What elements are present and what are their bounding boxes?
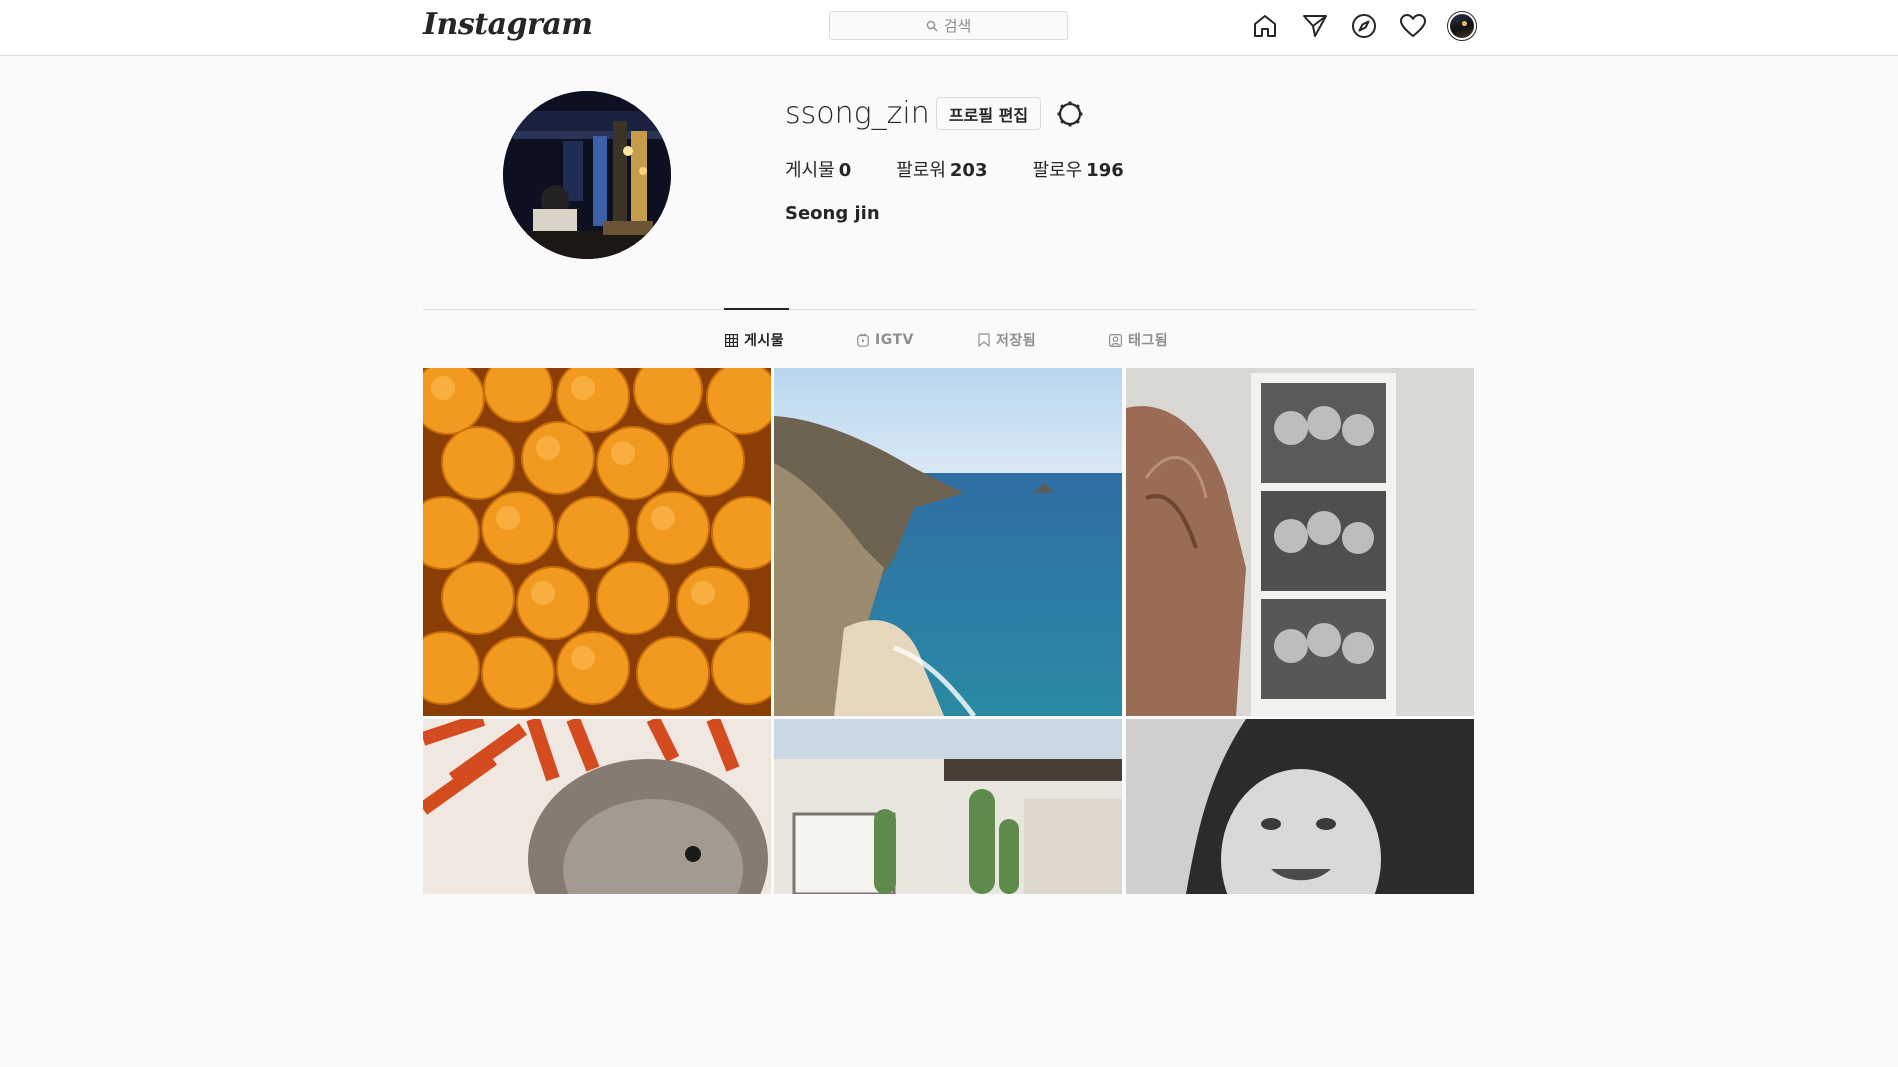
active-tab-indicator (724, 308, 789, 310)
tab-tagged-label: 태그됨 (1128, 333, 1169, 349)
tab-posts[interactable]: 게시물 (725, 330, 784, 350)
profile-stats: 게시물 0 팔로워 203 팔로우 196 (785, 156, 1169, 182)
avatar (1450, 14, 1474, 38)
settings-gear-icon[interactable] (1055, 99, 1085, 129)
following-stat[interactable]: 팔로우 196 (1032, 156, 1123, 182)
followers-stat[interactable]: 팔로워 203 (896, 156, 987, 182)
home-icon[interactable] (1250, 11, 1280, 41)
search-placeholder: 검색 (943, 17, 972, 35)
followers-count: 203 (949, 160, 988, 181)
direct-message-icon[interactable] (1300, 11, 1330, 41)
activity-heart-icon[interactable] (1398, 11, 1428, 41)
tag-person-icon (1109, 333, 1122, 347)
tabs-divider (423, 309, 1476, 310)
tab-tagged[interactable]: 태그됨 (1109, 330, 1168, 350)
top-navigation-bar: Instagram 검색 (0, 0, 1898, 56)
tab-igtv-label: IGTV (875, 332, 914, 348)
profile-username: ssong_zin (785, 96, 930, 131)
tab-igtv[interactable]: IGTV (857, 330, 914, 350)
post-thumbnail-photo-booth[interactable] (1126, 368, 1474, 716)
post-thumbnail-dog[interactable] (423, 719, 771, 1067)
search-input[interactable]: 검색 (829, 11, 1068, 40)
post-thumbnail-coast[interactable] (774, 368, 1122, 716)
explore-icon[interactable] (1349, 11, 1379, 41)
posts-stat: 게시물 0 (785, 156, 851, 182)
following-label: 팔로우 (1032, 160, 1083, 181)
tab-saved[interactable]: 저장됨 (978, 330, 1036, 350)
tab-posts-label: 게시물 (744, 333, 785, 349)
edit-profile-button[interactable]: 프로필 편집 (936, 97, 1041, 130)
followers-label: 팔로워 (896, 160, 946, 181)
search-icon (926, 20, 938, 31)
igtv-icon (857, 333, 869, 347)
following-count: 196 (1086, 160, 1124, 181)
profile-full-name: Seong jin (785, 203, 880, 224)
profile-avatar-button[interactable] (1447, 11, 1477, 41)
bookmark-icon (978, 333, 990, 347)
post-thumbnail-cactus[interactable] (774, 719, 1122, 1067)
post-thumbnail-oranges[interactable] (423, 368, 771, 716)
grid-icon (725, 333, 738, 347)
profile-picture[interactable] (503, 91, 671, 259)
posts-label: 게시물 (785, 160, 835, 181)
posts-count: 0 (838, 160, 852, 181)
instagram-logo[interactable]: Instagram (423, 7, 593, 42)
post-thumbnail-baby[interactable] (1126, 719, 1474, 1067)
tab-saved-label: 저장됨 (996, 333, 1037, 349)
